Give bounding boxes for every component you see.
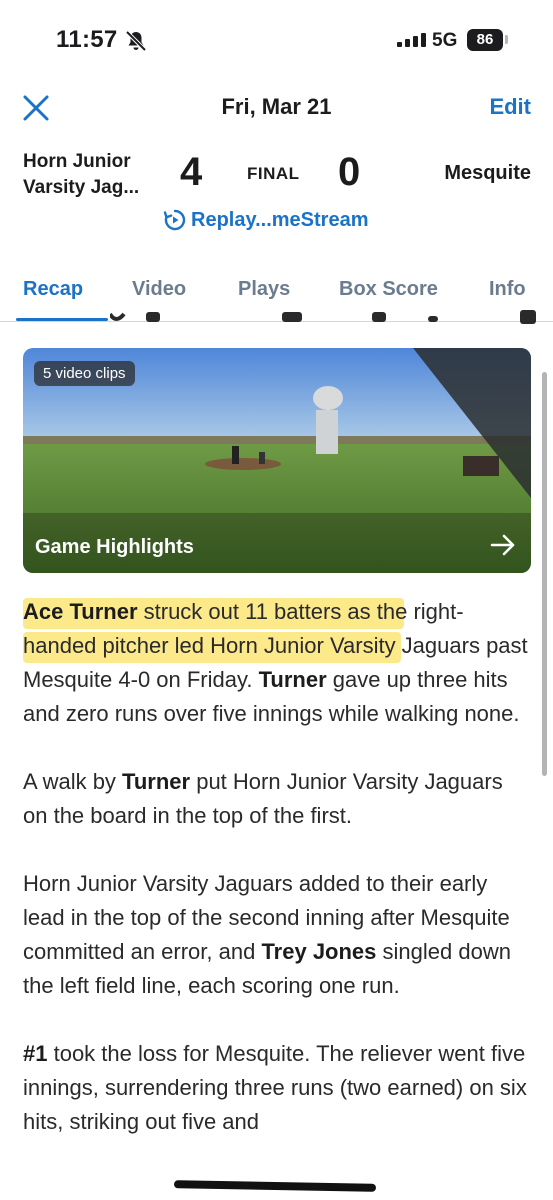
- tab-recap[interactable]: Recap: [23, 278, 83, 301]
- game-status: FINAL: [247, 164, 300, 183]
- recap-paragraph: A walk by Turner put Horn Junior Varsity…: [23, 769, 503, 828]
- arrow-right-icon[interactable]: [489, 531, 517, 559]
- replay-icon: [163, 209, 186, 231]
- status-time: 11:57: [56, 26, 118, 53]
- tab-info[interactable]: Info: [489, 278, 526, 301]
- home-score: 4: [180, 150, 203, 194]
- away-team-name[interactable]: Mesquite: [444, 162, 531, 185]
- battery-icon: 86: [467, 29, 503, 51]
- recap-paragraph: Ace Turner struck out 11 batters as the …: [23, 599, 528, 726]
- battery-cap: [505, 35, 508, 44]
- replay-link[interactable]: Replay...meStream: [163, 208, 369, 232]
- player-name[interactable]: Trey Jones: [261, 939, 376, 964]
- away-score: 0: [338, 150, 361, 194]
- recap-paragraph: Horn Junior Varsity Jaguars added to the…: [23, 871, 511, 998]
- player-name[interactable]: #1: [23, 1041, 47, 1066]
- home-team-name[interactable]: Horn Junior Varsity Jag...: [23, 149, 173, 201]
- recap-article: Ace Turner struck out 11 batters as the …: [23, 595, 533, 1173]
- player-name[interactable]: Turner: [122, 769, 190, 794]
- edit-button[interactable]: Edit: [489, 94, 531, 120]
- video-clips-badge: 5 video clips: [34, 361, 135, 386]
- scrolled-headline-fragment: [110, 310, 536, 324]
- scrollbar[interactable]: [542, 372, 547, 776]
- video-highlights-card[interactable]: 5 video clips Game Highlights: [23, 348, 531, 573]
- game-highlights-title: Game Highlights: [35, 536, 194, 558]
- status-bar: 11:57 5G 86: [0, 0, 553, 78]
- recap-paragraph: #1 took the loss for Mesquite. The relie…: [23, 1041, 527, 1134]
- network-type: 5G: [432, 30, 458, 51]
- bell-muted-icon: [125, 30, 147, 52]
- player-name[interactable]: Turner: [259, 667, 327, 692]
- replay-label: Replay...meStream: [191, 208, 369, 231]
- signal-icon: [397, 33, 426, 47]
- redaction-mark: [173, 1180, 377, 1192]
- tab-box-score[interactable]: Box Score: [339, 278, 438, 301]
- active-tab-indicator: [16, 318, 108, 321]
- game-date: Fri, Mar 21: [221, 94, 332, 119]
- player-name[interactable]: Ace Turner: [23, 599, 138, 624]
- tab-plays[interactable]: Plays: [238, 278, 290, 301]
- tab-video[interactable]: Video: [132, 278, 186, 301]
